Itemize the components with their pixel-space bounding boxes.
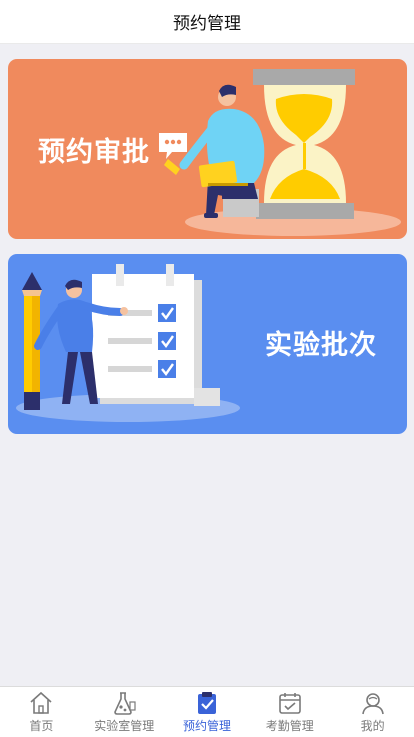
bottom-tab-bar: 首页 实验室管理 预约管理 考勤管理 我的 xyxy=(0,686,414,737)
tab-lab-management[interactable]: 实验室管理 xyxy=(83,687,166,737)
experiment-batch-card[interactable]: 实验批次 xyxy=(8,254,407,434)
appointment-approval-card[interactable]: 预约审批 xyxy=(8,59,407,239)
page-title: 预约管理 xyxy=(173,14,241,34)
flask-icon xyxy=(114,692,136,715)
home-icon xyxy=(30,691,52,714)
tab-label-mine: 我的 xyxy=(360,719,385,733)
tab-label-appointment-management: 预约管理 xyxy=(182,719,231,733)
tab-appointment-management[interactable]: 预约管理 xyxy=(166,687,249,737)
user-icon xyxy=(361,693,384,715)
tab-label-attendance-management: 考勤管理 xyxy=(265,719,314,733)
card-title-batch: 实验批次 xyxy=(265,330,377,361)
speech-bubble-icon xyxy=(159,133,187,159)
tab-attendance-management[interactable]: 考勤管理 xyxy=(248,687,331,737)
tab-home[interactable]: 首页 xyxy=(0,687,83,737)
clipboard-check-icon xyxy=(197,692,216,714)
tab-mine[interactable]: 我的 xyxy=(331,687,414,737)
calendar-check-icon xyxy=(278,693,301,714)
card-title-approval: 预约审批 xyxy=(38,137,150,168)
page-header: 预约管理 xyxy=(0,0,414,44)
tab-label-lab-management: 实验室管理 xyxy=(94,719,155,733)
tab-label-home: 首页 xyxy=(29,719,54,733)
